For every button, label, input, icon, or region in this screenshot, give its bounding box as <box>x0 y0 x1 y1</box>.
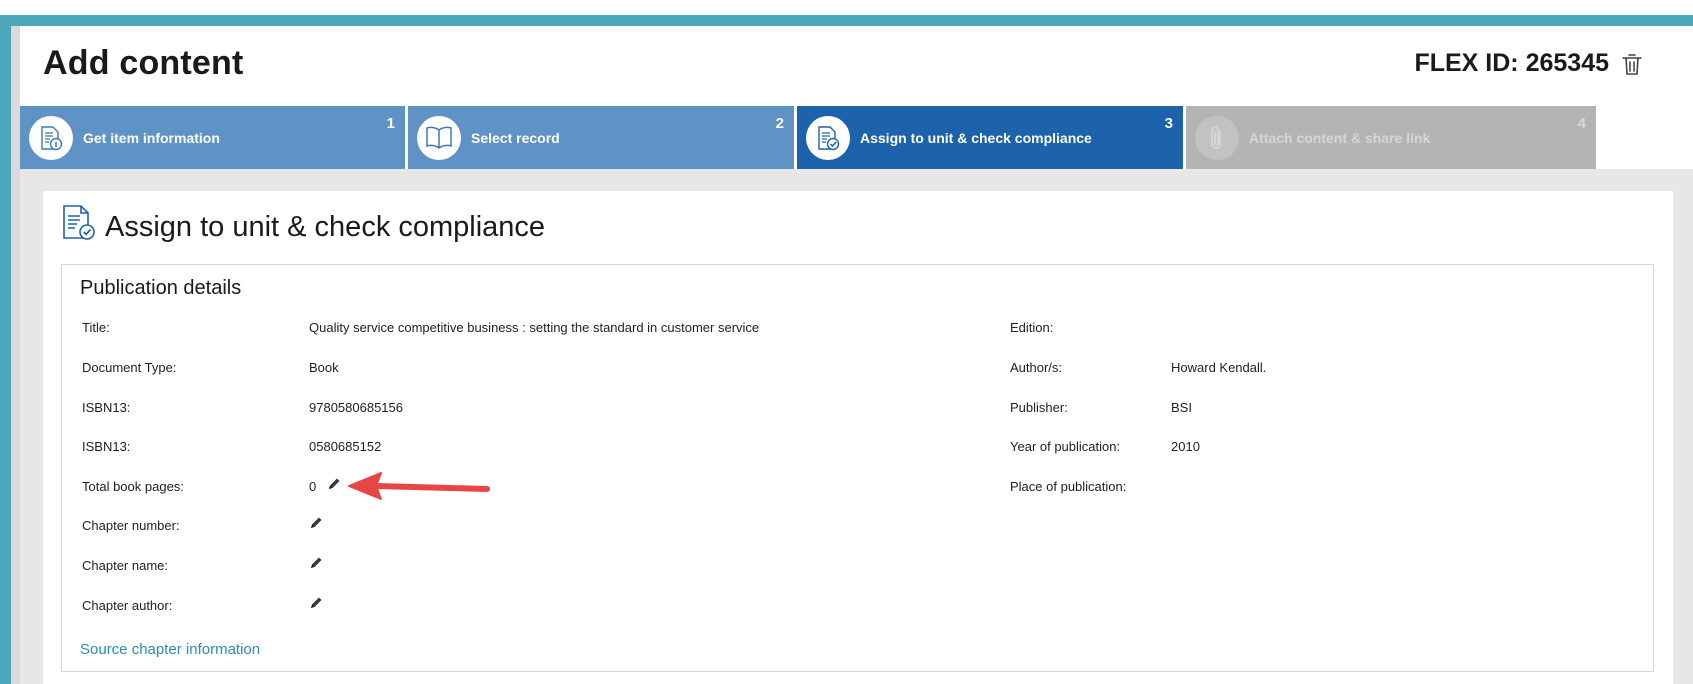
wizard-steps: Get item information 1 Select record 2 A… <box>20 106 1693 169</box>
frame-shadow <box>11 26 20 684</box>
chapter-author-label: Chapter author: <box>82 598 173 613</box>
pencil-edit-icon[interactable] <box>309 596 323 610</box>
step-label: Select record <box>471 129 560 146</box>
publisher-label: Publisher: <box>1010 400 1068 415</box>
isbn13-label: ISBN13: <box>82 439 131 454</box>
step-assign-to-unit[interactable]: Assign to unit & check compliance 3 <box>797 106 1183 169</box>
chapter-name-label: Chapter name: <box>82 558 168 573</box>
pencil-edit-icon[interactable] <box>309 556 323 570</box>
left-frame-bar <box>0 15 11 684</box>
step-icon-circle <box>1195 115 1239 160</box>
publication-details-heading: Publication details <box>80 277 242 299</box>
authors-label: Author/s: <box>1010 360 1063 375</box>
year-of-publication-value: 2010 <box>1171 439 1200 454</box>
total-book-pages-value: 0 <box>309 479 317 494</box>
place-of-publication-label: Place of publication: <box>1010 479 1127 494</box>
top-frame-bar <box>0 15 1693 26</box>
document-type-label: Document Type: <box>82 360 177 375</box>
step-label: Attach content & share link <box>1249 129 1431 146</box>
document-type-value: Book <box>309 360 339 375</box>
source-chapter-information-link[interactable]: Source chapter information <box>80 641 260 658</box>
open-book-icon <box>426 126 452 149</box>
step-icon-circle <box>417 115 461 160</box>
pencil-edit-icon[interactable] <box>309 516 323 530</box>
step-icon-circle <box>806 115 850 160</box>
document-check-icon <box>818 125 840 150</box>
isbn13-label: ISBN13: <box>82 400 131 415</box>
pencil-edit-icon[interactable] <box>327 477 341 491</box>
step-label: Assign to unit & check compliance <box>860 129 1092 146</box>
document-check-icon <box>63 205 95 240</box>
flex-id: FLEX ID: 265345 <box>1414 49 1609 77</box>
page-title: Add content <box>43 44 244 82</box>
step-number: 1 <box>386 115 395 132</box>
total-book-pages-label: Total book pages: <box>82 479 184 494</box>
paperclip-icon <box>1211 125 1221 149</box>
trash-icon[interactable] <box>1621 53 1643 77</box>
step-attach-content: Attach content & share link 4 <box>1186 106 1596 169</box>
year-of-publication-label: Year of publication: <box>1010 439 1121 454</box>
step-number: 4 <box>1577 115 1586 132</box>
section-title: Assign to unit & check compliance <box>105 211 546 243</box>
chapter-number-label: Chapter number: <box>82 518 180 533</box>
step-number: 3 <box>1164 115 1173 132</box>
step-number: 2 <box>775 115 784 132</box>
step-select-record[interactable]: Select record 2 <box>408 106 794 169</box>
annotation-arrow <box>348 472 490 500</box>
publisher-value: BSI <box>1171 400 1192 415</box>
publication-details-box <box>61 264 1654 672</box>
edition-label: Edition: <box>1010 320 1054 335</box>
step-label: Get item information <box>83 129 220 146</box>
isbn13-value: 0580685152 <box>309 439 382 454</box>
isbn13-value: 9780580685156 <box>309 400 403 415</box>
step-icon-circle <box>29 115 73 160</box>
title-label: Title: <box>82 320 110 335</box>
title-value: Quality service competitive business : s… <box>309 320 760 335</box>
authors-value: Howard Kendall. <box>1171 360 1267 375</box>
step-get-item-information[interactable]: Get item information 1 <box>20 106 405 169</box>
document-info-icon <box>41 125 63 150</box>
